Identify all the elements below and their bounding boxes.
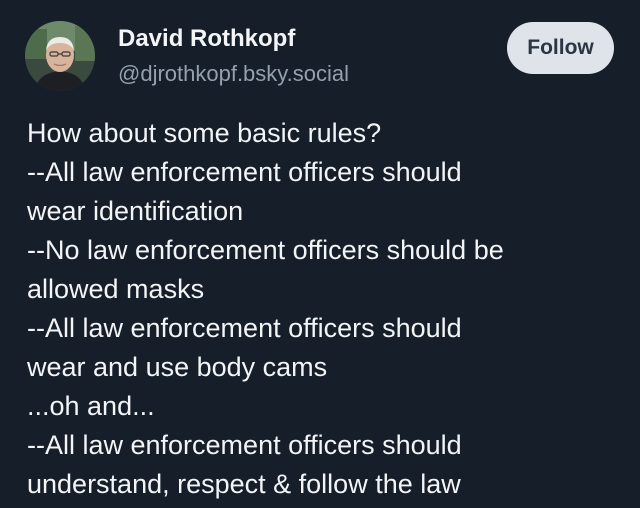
post-line: understand, respect & follow the law <box>27 469 461 499</box>
author-info: David Rothkopf @djrothkopf.bsky.social <box>118 24 349 88</box>
post-text: How about some basic rules? --All law en… <box>27 114 627 504</box>
post-line: ...oh and... <box>27 391 155 421</box>
post-line: --All law enforcement officers should <box>27 313 462 343</box>
post-line: wear identification <box>27 196 244 226</box>
follow-button[interactable]: Follow <box>507 22 614 74</box>
post-card: David Rothkopf @djrothkopf.bsky.social F… <box>0 0 640 508</box>
person-avatar-icon <box>25 21 95 91</box>
author-avatar[interactable] <box>25 21 95 91</box>
post-line: --All law enforcement officers should <box>27 157 462 187</box>
post-line: How about some basic rules? <box>27 118 382 148</box>
post-line: wear and use body cams <box>27 352 328 382</box>
author-display-name[interactable]: David Rothkopf <box>118 24 349 54</box>
post-line: --No law enforcement officers should be <box>27 235 504 265</box>
author-handle[interactable]: @djrothkopf.bsky.social <box>118 60 349 88</box>
post-line: --All law enforcement officers should <box>27 430 462 460</box>
post-line: allowed masks <box>27 274 205 304</box>
